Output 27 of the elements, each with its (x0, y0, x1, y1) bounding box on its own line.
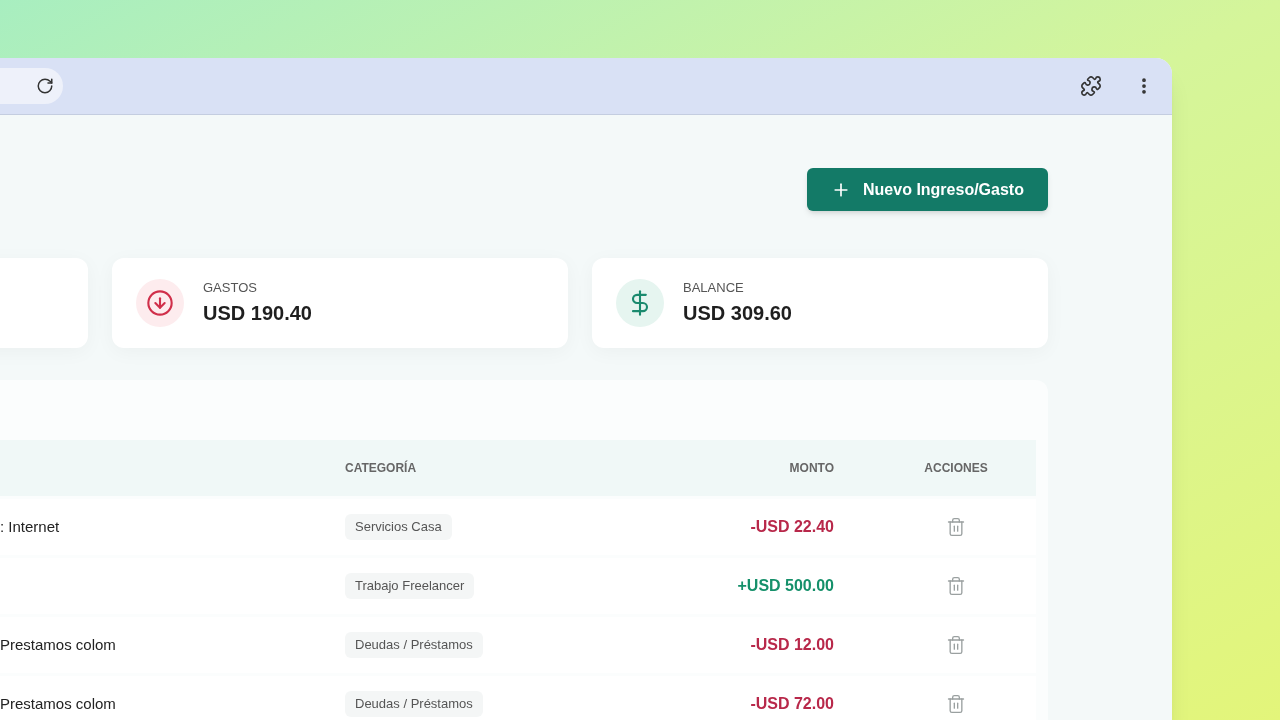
amount-cell-text: -USD 72.00 (749, 694, 835, 714)
card-value: USD 190.40 (203, 300, 312, 326)
amount-cell-text: +USD 500.00 (736, 576, 835, 596)
new-entry-button[interactable]: Nuevo Ingreso/Gasto (807, 168, 1048, 211)
amount-cell-text: -USD 22.40 (749, 517, 835, 537)
card-value: USD 309.60 (683, 300, 792, 326)
puzzle-icon[interactable] (1080, 75, 1102, 97)
description-cell-text: : Internet (0, 516, 61, 537)
trash-icon[interactable] (946, 576, 966, 596)
description-cell-text: Prestamos colom (0, 693, 117, 714)
reload-icon[interactable] (36, 77, 54, 95)
description-cell-text: Prestamos colom (0, 634, 117, 655)
category-tag: Deudas / Préstamos (345, 632, 483, 658)
trash-icon[interactable] (946, 694, 966, 714)
column-header: MONTO (788, 460, 835, 477)
trash-icon[interactable] (946, 517, 966, 537)
trash-icon[interactable] (946, 635, 966, 655)
address-bar[interactable] (0, 68, 63, 104)
column-header: ACCIONES (923, 460, 989, 477)
card-label: GASTOS (203, 279, 258, 298)
category-tag: Servicios Casa (345, 514, 452, 540)
arrow-down-circle-icon (146, 289, 174, 317)
column-header: CATEGORÍA (345, 459, 418, 477)
amount-cell-text: -USD 12.00 (749, 635, 835, 655)
card-label: BALANCE (683, 279, 745, 298)
category-tag: Deudas / Préstamos (345, 691, 483, 717)
category-tag: Trabajo Freelancer (345, 573, 475, 599)
